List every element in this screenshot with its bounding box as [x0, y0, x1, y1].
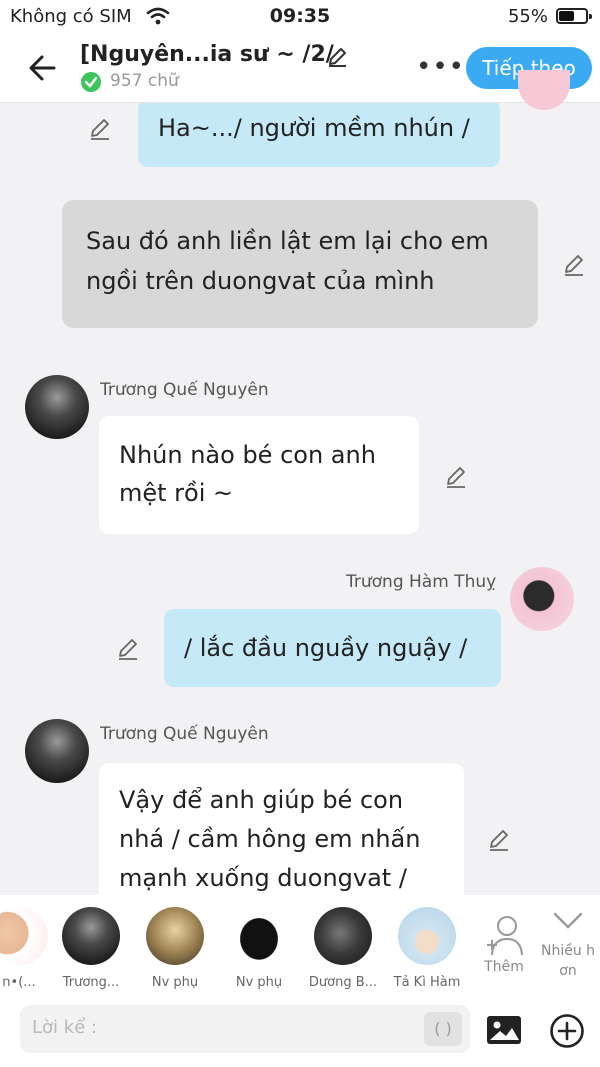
avatar[interactable]	[25, 375, 89, 439]
avatar	[230, 907, 288, 965]
character-label: Tả Kì Hàm	[393, 975, 461, 990]
more-options-icon[interactable]: •••	[416, 52, 465, 82]
status-bar: Không có SIM 09:35 55%	[0, 0, 600, 34]
story-title[interactable]: [Nguyên...ia sư ~ /2/	[80, 42, 334, 67]
battery-icon	[556, 8, 592, 24]
sender-name: Trương Quế Nguyên	[100, 724, 269, 744]
avatar[interactable]	[25, 719, 89, 783]
avatar	[314, 907, 372, 965]
narration-bubble[interactable]: Sau đó anh liền lật em lại cho em ngồi t…	[62, 200, 538, 328]
input-placeholder: Lời kể :	[32, 1017, 98, 1038]
more-characters-button[interactable]: Nhiều h ơn	[538, 909, 598, 981]
character-label: Trương...	[62, 975, 120, 990]
message-bubble[interactable]: Ha~.../ người mềm nhún /	[138, 103, 500, 167]
character-chip[interactable]: Nv phụ	[134, 907, 216, 990]
character-chip[interactable]: Dương B...	[302, 907, 384, 990]
message-bubble[interactable]: Nhún nào bé con anh mệt rồi ~	[99, 416, 419, 534]
avatar[interactable]	[510, 567, 574, 631]
message-text: / lắc đầu nguầy nguậy /	[184, 634, 468, 662]
parenthesis-button[interactable]: ( )	[424, 1012, 462, 1046]
character-chip[interactable]: Tả Kì Hàm	[386, 907, 468, 990]
message-bubble[interactable]: Vậy để anh giúp bé con nhá / cầm hông em…	[99, 763, 464, 895]
message-line: Vậy để anh giúp bé con	[119, 786, 404, 814]
more-label: ơn	[559, 963, 577, 979]
add-label: Thêm	[484, 959, 524, 975]
pencil-icon[interactable]	[88, 117, 112, 141]
app-header: [Nguyên...ia sư ~ /2/ 957 chữ ••• Tiếp t…	[0, 34, 600, 103]
message-text: Ha~.../ người mềm nhún /	[158, 114, 470, 142]
sender-name: Trương Quế Nguyên	[100, 380, 269, 400]
chat-area[interactable]: Ha~.../ người mềm nhún / Sau đó anh liền…	[0, 103, 600, 895]
message-line: mệt rồi ~	[119, 479, 234, 507]
add-character-button[interactable]: Thêm	[478, 913, 530, 975]
character-label: Nv phụ	[235, 975, 283, 990]
check-icon	[81, 72, 101, 92]
avatar	[398, 907, 456, 965]
plus-circle-icon[interactable]	[549, 1013, 585, 1049]
narration-input[interactable]: Lời kể : ( )	[20, 1005, 470, 1053]
character-chip[interactable]: Trương...	[50, 907, 132, 990]
character-label: Dương B...	[308, 975, 378, 990]
avatar	[146, 907, 204, 965]
battery-percent: 55%	[507, 6, 548, 27]
word-count: 957 chữ	[110, 71, 179, 91]
sender-name: Trương Hàm Thuỵ	[346, 572, 497, 592]
character-label: Nv phụ	[151, 975, 199, 990]
message-line: nhá / cầm hông em nhấn	[119, 825, 421, 853]
character-chip[interactable]: Nv phụ	[218, 907, 300, 990]
avatar	[62, 907, 120, 965]
back-arrow-icon[interactable]	[24, 48, 64, 88]
image-icon[interactable]	[486, 1015, 522, 1045]
add-user-icon	[487, 916, 523, 956]
more-label: Nhiều h	[540, 943, 596, 959]
message-line: Nhún nào bé con anh	[119, 441, 376, 469]
message-line: ngồi trên duongvat của mình	[86, 267, 435, 295]
chevron-down-icon	[553, 912, 583, 929]
avatar	[0, 907, 48, 965]
pencil-icon[interactable]	[116, 637, 140, 661]
pencil-icon[interactable]	[487, 828, 511, 852]
message-line: mạnh xuống duongvat /	[119, 864, 407, 892]
bottom-panel: n•(... Trương... Nv phụ Nv phụ Dương B..…	[0, 895, 600, 1067]
pencil-icon[interactable]	[562, 253, 586, 277]
message-line: Sau đó anh liền lật em lại cho em	[86, 227, 489, 255]
edit-title-icon[interactable]	[326, 46, 348, 68]
pencil-icon[interactable]	[444, 465, 468, 489]
message-bubble[interactable]: / lắc đầu nguầy nguậy /	[164, 609, 501, 687]
